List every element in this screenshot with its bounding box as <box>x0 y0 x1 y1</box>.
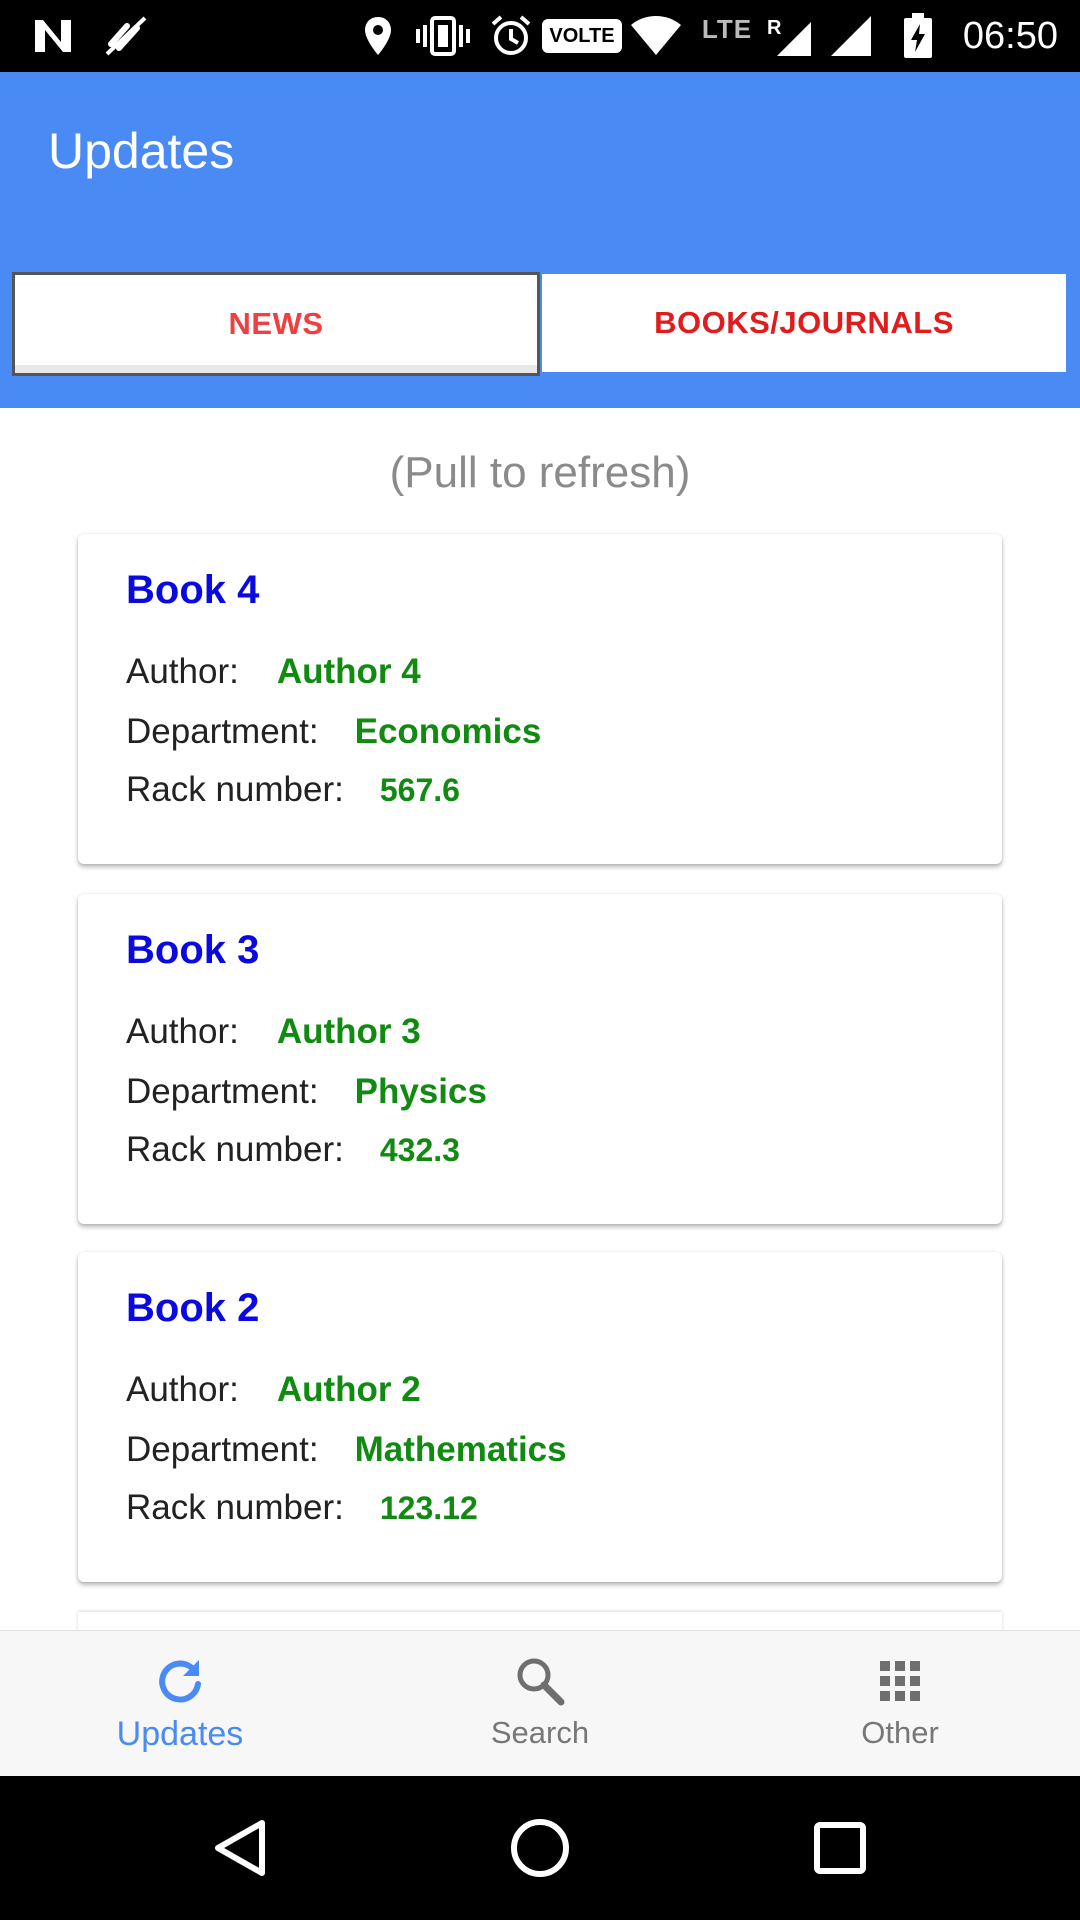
grid-icon <box>878 1653 922 1709</box>
author-row: Author: Author 2 <box>126 1370 421 1410</box>
department-label: Department: <box>126 1430 319 1469</box>
page-title: Updates <box>48 123 235 179</box>
search-icon <box>514 1653 566 1709</box>
department-row: Department: Mathematics <box>126 1430 567 1470</box>
nav-other[interactable]: Other <box>720 1631 1080 1777</box>
volte-badge: VOLTE <box>542 19 622 53</box>
rack-row: Rack number: 432.3 <box>126 1130 460 1170</box>
nav-updates-label: Updates <box>116 1715 244 1753</box>
department-label: Department: <box>126 712 319 751</box>
rack-row: Rack number: 567.6 <box>126 770 460 810</box>
author-value: Author 2 <box>276 1370 421 1409</box>
book-title: Book 3 <box>126 928 260 972</box>
nav-other-label: Other <box>861 1715 939 1750</box>
tab-books-journals[interactable]: BOOKS/JOURNALS <box>542 274 1066 372</box>
rack-label: Rack number: <box>126 1130 344 1169</box>
lte-label: LTE <box>701 14 753 44</box>
refresh-icon <box>155 1653 205 1709</box>
alarm-icon <box>488 14 534 58</box>
wifi-icon <box>628 14 684 58</box>
tab-news[interactable]: NEWS <box>12 272 540 376</box>
status-bar: VOLTE LTE R 06:50 <box>0 0 1080 72</box>
author-value: Author 4 <box>276 652 421 691</box>
department-row: Department: Economics <box>126 712 541 752</box>
author-label: Author: <box>126 1012 239 1051</box>
book-title: Book 2 <box>126 1286 260 1330</box>
location-icon <box>360 14 396 58</box>
vibrate-icon <box>414 14 472 58</box>
rack-value: 123.12 <box>379 1490 478 1526</box>
rack-row: Rack number: 123.12 <box>126 1488 478 1528</box>
home-icon[interactable] <box>500 1812 580 1884</box>
department-value: Economics <box>354 712 542 751</box>
author-row: Author: Author 3 <box>126 1012 421 1052</box>
nav-updates[interactable]: Updates <box>0 1631 360 1777</box>
department-value: Physics <box>354 1072 487 1111</box>
sync-off-icon <box>100 14 152 58</box>
recents-icon[interactable] <box>800 1812 880 1884</box>
author-label: Author: <box>126 1370 239 1409</box>
nav-search-label: Search <box>490 1715 590 1750</box>
back-icon[interactable] <box>200 1812 280 1884</box>
system-nav-bar <box>0 1776 1080 1920</box>
n-logo-icon <box>28 14 78 58</box>
department-label: Department: <box>126 1072 319 1111</box>
book-card[interactable]: Book 4 Author: Author 4 Department: Econ… <box>78 534 1002 864</box>
rack-label: Rack number: <box>126 770 344 809</box>
nav-search[interactable]: Search <box>360 1631 720 1777</box>
department-row: Department: Physics <box>126 1072 487 1112</box>
author-value: Author 3 <box>276 1012 421 1051</box>
clock: 06:50 <box>962 15 1058 57</box>
pull-to-refresh-hint: (Pull to refresh) <box>389 448 691 497</box>
app-bar: Updates NEWS BOOKS/JOURNALS <box>0 72 1080 408</box>
book-title: Book 4 <box>126 568 260 612</box>
rack-value: 567.6 <box>379 772 460 808</box>
book-card[interactable]: Book 3 Author: Author 3 Department: Phys… <box>78 894 1002 1224</box>
battery-charging-icon <box>900 13 936 58</box>
svg-text:R: R <box>767 17 782 39</box>
bottom-nav: Updates Search Other <box>0 1630 1080 1776</box>
book-card[interactable]: Book 2 Author: Author 2 Department: Math… <box>78 1252 1002 1582</box>
rack-label: Rack number: <box>126 1488 344 1527</box>
department-value: Mathematics <box>354 1430 567 1469</box>
author-label: Author: <box>126 652 239 691</box>
rack-value: 432.3 <box>379 1132 460 1168</box>
signal-icon <box>828 14 874 58</box>
author-row: Author: Author 4 <box>126 652 421 692</box>
signal-roaming-icon: R <box>764 14 814 58</box>
